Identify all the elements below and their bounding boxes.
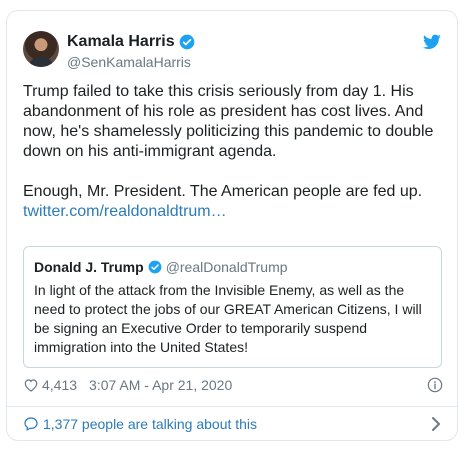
quoted-author-handle: @realDonaldTrump [165,259,288,275]
tweet-author[interactable]: Kamala Harris @SenKamalaHarris [67,32,195,71]
verified-badge-icon [179,34,194,50]
author-handle[interactable]: @SenKamalaHarris [67,53,195,71]
quoted-tweet[interactable]: Donald J. Trump @realDonaldTrump In ligh… [23,246,442,368]
tweet-link[interactable]: twitter.com/realdonaldtrum… [23,203,227,220]
author-name[interactable]: Kamala Harris [67,32,175,52]
divider [7,406,457,407]
talking-count[interactable]: 1,377 people are talking about this [43,415,257,433]
like-count[interactable]: 4,413 [42,376,77,394]
avatar[interactable] [23,31,59,67]
tweet-body: Trump failed to take this crisis serious… [23,83,434,200]
twitter-bird-icon[interactable] [423,34,441,50]
verified-badge-icon [148,260,162,274]
tweet-text: Trump failed to take this crisis serious… [23,82,443,222]
info-icon[interactable] [427,377,443,393]
tweet-card: Kamala Harris @SenKamalaHarris Trump fai… [6,10,458,441]
chevron-right-icon[interactable] [431,416,441,432]
speech-bubble-icon [24,417,38,431]
quoted-text: In light of the attack from the Invisibl… [34,282,422,355]
timestamp[interactable]: 3:07 AM - Apr 21, 2020 [89,376,232,394]
tweet-meta: 4,413 3:07 AM - Apr 21, 2020 [23,376,232,394]
conversation-link[interactable]: 1,377 people are talking about this [23,415,257,433]
heart-icon[interactable] [23,377,39,393]
quoted-author-name: Donald J. Trump [34,259,144,275]
